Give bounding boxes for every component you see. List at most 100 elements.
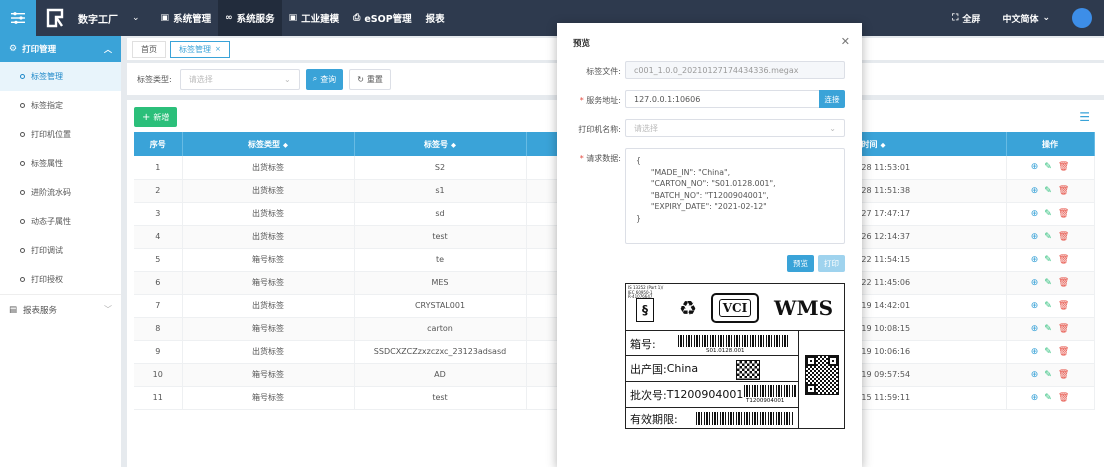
brand-name: 数字工厂 — [78, 14, 118, 26]
connect-button[interactable]: 连接 — [819, 90, 845, 108]
sidebar-item-label: 打印授权 — [31, 275, 63, 284]
edit-icon[interactable]: ✎ — [1044, 370, 1052, 380]
sidebar-item-dynamic-sub-property[interactable]: 动态子属性 — [0, 207, 121, 236]
query-label: 查询 — [320, 74, 337, 84]
printer-select[interactable]: 请选择 ⌄ — [625, 119, 845, 137]
sidebar-group-print-management[interactable]: ⚙ 打印管理 ︿ — [0, 36, 121, 62]
delete-icon[interactable]: 🗑 — [1058, 347, 1069, 357]
tab-label-management[interactable]: 标签管理 × — [170, 40, 230, 58]
sort-icon[interactable]: ◆ — [881, 141, 886, 149]
header-label-code[interactable]: 标签号 ◆ — [354, 132, 527, 156]
column-settings-icon[interactable]: ☰ — [1079, 110, 1090, 124]
delete-icon[interactable]: 🗑 — [1058, 209, 1069, 219]
data-label: * 请求数据: — [579, 154, 621, 163]
fullscreen-button[interactable]: ⛶ 全屏 — [952, 12, 980, 25]
sort-icon[interactable]: ◆ — [283, 141, 288, 149]
edit-icon[interactable]: ✎ — [1044, 209, 1052, 219]
edit-icon[interactable]: ✎ — [1044, 278, 1052, 288]
nav-label: 工业建模 — [301, 14, 340, 25]
sort-icon[interactable]: ◆ — [451, 141, 456, 149]
edit-icon[interactable]: ✎ — [1044, 232, 1052, 242]
label-row-origin: 出产国: China — [626, 356, 798, 382]
delete-icon[interactable]: 🗑 — [1058, 301, 1069, 311]
sidebar-item-label-management[interactable]: 标签管理 — [0, 62, 121, 91]
sidebar-group-report-service[interactable]: ▤ 报表服务 ﹀ — [0, 294, 121, 324]
reset-button[interactable]: ↻ 重置 — [349, 68, 391, 90]
add-button[interactable]: + 新增 — [134, 107, 178, 127]
delete-icon[interactable]: 🗑 — [1058, 255, 1069, 265]
cell-label-code: MES — [354, 271, 527, 295]
view-icon[interactable]: ⊕ — [1031, 232, 1039, 242]
delete-icon[interactable]: 🗑 — [1058, 162, 1069, 172]
view-icon[interactable]: ⊕ — [1031, 324, 1039, 334]
avatar[interactable] — [1072, 8, 1092, 28]
header-no[interactable]: 序号 — [134, 132, 183, 156]
edit-icon[interactable]: ✎ — [1044, 186, 1052, 196]
view-icon[interactable]: ⊕ — [1031, 347, 1039, 357]
view-icon[interactable]: ⊕ — [1031, 393, 1039, 403]
view-icon[interactable]: ⊕ — [1031, 370, 1039, 380]
view-icon[interactable]: ⊕ — [1031, 209, 1039, 219]
label-type-select[interactable]: 请选择 ⌄ — [179, 68, 300, 90]
chevron-up-icon: ︿ — [104, 44, 112, 54]
edit-icon[interactable]: ✎ — [1044, 162, 1052, 172]
service-address-input[interactable]: 127.0.0.1:10606 — [625, 90, 821, 108]
cell-label-type: 出货标签 — [182, 202, 355, 226]
delete-icon[interactable]: 🗑 — [1058, 324, 1069, 334]
close-icon[interactable]: ✕ — [841, 35, 850, 48]
sidebar-item-serial-code[interactable]: 进阶流水码 — [0, 178, 121, 207]
print-button[interactable]: 打印 — [818, 255, 845, 272]
edit-icon[interactable]: ✎ — [1044, 393, 1052, 403]
language-select[interactable]: 中文简体 ⌄ — [1002, 12, 1050, 25]
nav-industrial-modeling[interactable]: ▣ 工业建模 — [282, 0, 347, 36]
document-icon: ▤ — [9, 304, 18, 315]
delete-icon[interactable]: 🗑 — [1058, 232, 1069, 242]
chevron-down-icon: ⌄ — [284, 74, 291, 84]
menu-toggle-button[interactable] — [0, 0, 36, 36]
sidebar-item-label-assign[interactable]: 标签指定 — [0, 91, 121, 120]
file-label: 标签文件: — [557, 66, 621, 77]
nav-reports[interactable]: 报表 — [419, 0, 452, 36]
cell-label-code: sd — [354, 202, 527, 226]
tab-home[interactable]: 首页 — [132, 40, 166, 58]
edit-icon[interactable]: ✎ — [1044, 301, 1052, 311]
view-icon[interactable]: ⊕ — [1031, 255, 1039, 265]
delete-icon[interactable]: 🗑 — [1058, 393, 1069, 403]
edit-icon[interactable]: ✎ — [1044, 255, 1052, 265]
edit-icon[interactable]: ✎ — [1044, 324, 1052, 334]
header-actions: 操作 — [1006, 132, 1095, 156]
query-button[interactable]: ⌕ 查询 — [305, 68, 344, 90]
circle-icon — [20, 161, 25, 166]
chevron-down-icon[interactable]: ⌄ — [132, 13, 140, 23]
sidebar-item-print-debug[interactable]: 打印调试 — [0, 236, 121, 265]
header-label: 时间 — [861, 139, 878, 149]
chevron-down-icon: ⌄ — [1042, 13, 1050, 23]
view-icon[interactable]: ⊕ — [1031, 278, 1039, 288]
cell-no: 10 — [134, 363, 183, 387]
header-label-type[interactable]: 标签类型 ◆ — [182, 132, 355, 156]
nav-esop-management[interactable]: ⎙ eSOP管理 — [346, 0, 419, 36]
monitor-icon: ▣ — [160, 13, 170, 23]
wms-logo: WMS — [774, 296, 834, 320]
nav-system-management[interactable]: ▣ 系统管理 — [154, 0, 219, 36]
delete-icon[interactable]: 🗑 — [1058, 278, 1069, 288]
batch-barcode — [744, 385, 796, 397]
sidebar-item-printer-location[interactable]: 打印机位置 — [0, 120, 121, 149]
close-icon[interactable]: × — [215, 45, 221, 53]
view-icon[interactable]: ⊕ — [1031, 301, 1039, 311]
view-icon[interactable]: ⊕ — [1031, 162, 1039, 172]
nav-system-service[interactable]: ∞ 系统服务 — [218, 0, 282, 36]
edit-icon[interactable]: ✎ — [1044, 347, 1052, 357]
cell-label-code: test — [354, 386, 527, 410]
sidebar: ⚙ 打印管理 ︿ 标签管理 标签指定 打印机位置 标签属性 进阶流水码 动态子属性 … — [0, 36, 121, 467]
delete-icon[interactable]: 🗑 — [1058, 370, 1069, 380]
request-data-textarea[interactable]: { "MADE_IN": "China", "CARTON_NO": "S01.… — [625, 148, 845, 244]
tab-label: 标签管理 — [179, 44, 211, 54]
sidebar-item-print-authorization[interactable]: 打印授权 — [0, 265, 121, 294]
preview-button[interactable]: 预览 — [787, 255, 814, 272]
sidebar-item-label: 打印机位置 — [31, 130, 71, 139]
sidebar-item-label-property[interactable]: 标签属性 — [0, 149, 121, 178]
delete-icon[interactable]: 🗑 — [1058, 186, 1069, 196]
cell-actions: ⊕ ✎ 🗑 — [1006, 317, 1095, 341]
view-icon[interactable]: ⊕ — [1031, 186, 1039, 196]
